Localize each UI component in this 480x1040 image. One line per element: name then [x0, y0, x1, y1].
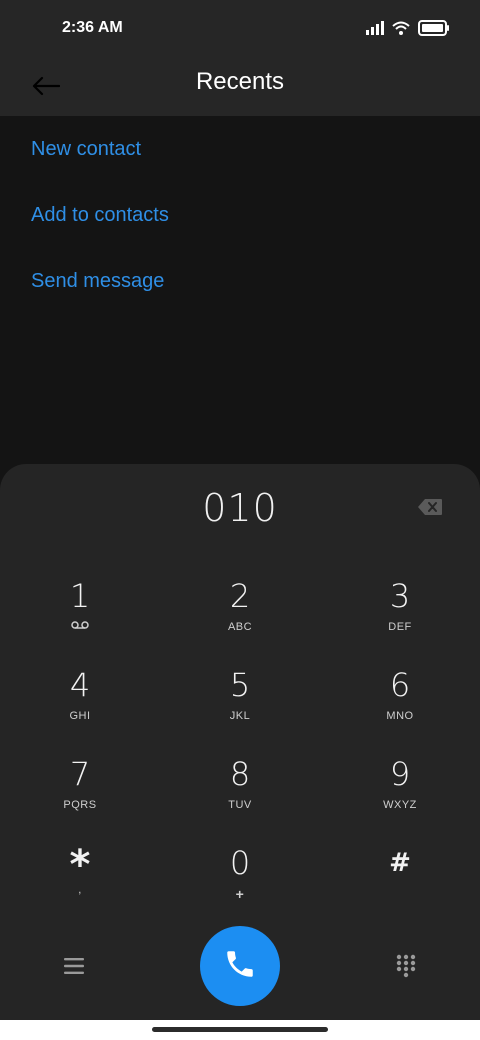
menu-icon	[64, 957, 84, 979]
key-hash[interactable]: #	[340, 843, 460, 923]
key-digit: 7	[69, 755, 91, 793]
wifi-icon	[392, 21, 410, 35]
send-message-link[interactable]: Send message	[0, 248, 480, 314]
key-digit: 0	[229, 844, 251, 882]
dialer-sheet: 010 1 2 ABC 3 DEF 4 GHI 5 JKL 6 MNO 7 PQ…	[0, 464, 480, 1020]
key-6[interactable]: 6 MNO	[340, 665, 460, 745]
key-8[interactable]: 8 TUV	[180, 754, 300, 834]
battery-icon	[418, 20, 450, 36]
key-digit: *	[69, 842, 91, 888]
page-title: Recents	[195, 68, 285, 95]
home-indicator[interactable]	[152, 1027, 328, 1032]
call-button[interactable]	[200, 926, 280, 1006]
voicemail-icon	[20, 620, 140, 634]
new-contact-link[interactable]: New contact	[0, 116, 480, 182]
add-to-contacts-link[interactable]: Add to contacts	[0, 182, 480, 248]
key-letters	[340, 887, 460, 901]
key-digit: 2	[229, 577, 251, 615]
key-letters: DEF	[388, 621, 412, 633]
key-letters: ,	[78, 884, 82, 896]
key-digit: 1	[69, 577, 91, 615]
key-letters: JKL	[229, 710, 251, 722]
key-9[interactable]: 9 WXYZ	[340, 754, 460, 834]
key-7[interactable]: 7 PQRS	[20, 754, 140, 834]
key-5[interactable]: 5 JKL	[180, 665, 300, 745]
key-letters: ABC	[227, 621, 253, 633]
menu-button[interactable]	[52, 946, 96, 990]
key-letters: WXYZ	[383, 799, 417, 811]
dialpad-icon	[396, 954, 416, 983]
dialed-number[interactable]: 010	[0, 486, 480, 530]
key-letters: MNO	[386, 710, 414, 722]
key-letters: +	[235, 886, 245, 902]
action-list: New contact Add to contacts Send message	[0, 116, 480, 314]
key-letters: TUV	[228, 799, 252, 811]
key-2[interactable]: 2 ABC	[180, 576, 300, 656]
key-digit: 5	[229, 666, 251, 704]
top-area: 2:36 AM Recents	[0, 0, 480, 116]
key-digit: #	[389, 848, 411, 878]
key-digit: 8	[229, 755, 251, 793]
key-3[interactable]: 3 DEF	[340, 576, 460, 656]
backspace-button[interactable]	[410, 494, 450, 524]
key-0[interactable]: 0 +	[180, 843, 300, 923]
app-bar: Recents	[0, 56, 480, 116]
key-digit: 9	[389, 755, 411, 793]
key-letters: PQRS	[63, 799, 97, 811]
phone-icon	[223, 947, 257, 986]
status-bar: 2:36 AM	[0, 0, 480, 56]
key-1[interactable]: 1	[20, 576, 140, 656]
keypad-toggle-button[interactable]	[384, 946, 428, 990]
key-letters: GHI	[69, 710, 91, 722]
backspace-icon	[417, 498, 443, 521]
phone-screen: 2:36 AM Recents New contact Add to conta…	[0, 0, 480, 1040]
key-digit: 4	[69, 666, 91, 704]
key-digit: 6	[389, 666, 411, 704]
key-star[interactable]: * ,	[20, 843, 140, 923]
status-time: 2:36 AM	[62, 19, 123, 36]
key-4[interactable]: 4 GHI	[20, 665, 140, 745]
status-icons	[366, 18, 450, 38]
signal-icon	[366, 21, 384, 35]
key-digit: 3	[389, 577, 411, 615]
navigation-bar	[0, 1020, 480, 1040]
dialer-actions	[0, 926, 480, 1006]
